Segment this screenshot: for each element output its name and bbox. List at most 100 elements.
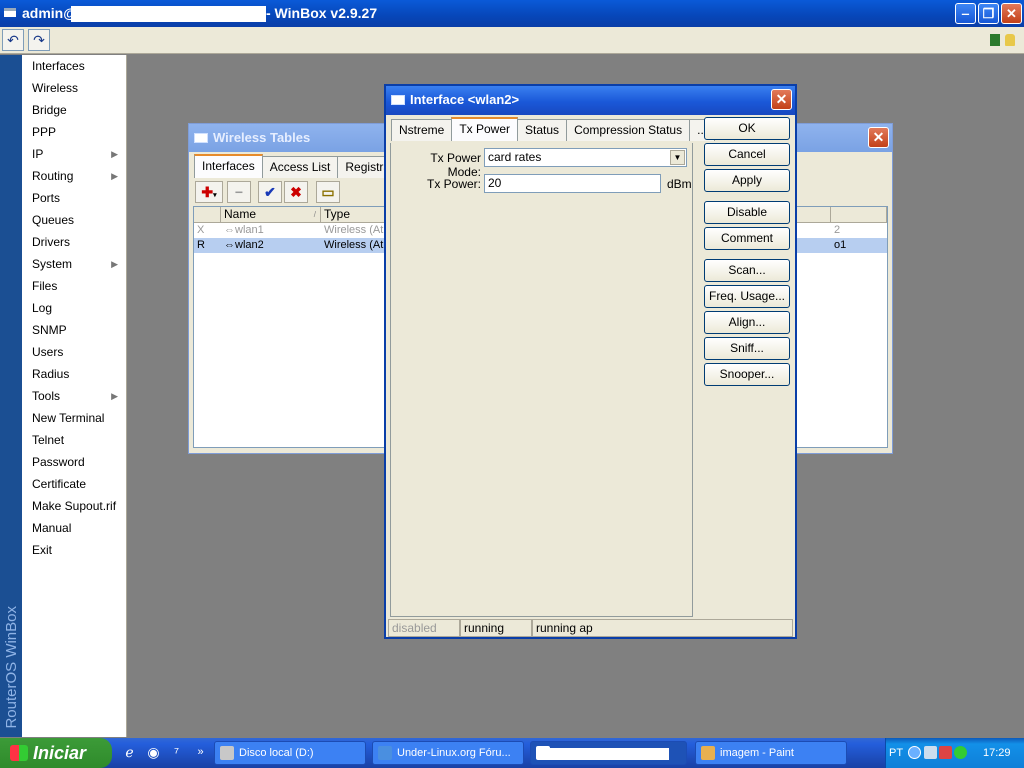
menu-item-telnet[interactable]: Telnet xyxy=(22,429,126,451)
menu-item-queues[interactable]: Queues xyxy=(22,209,126,231)
enable-icon[interactable]: ✔ xyxy=(258,181,282,203)
taskbar-item[interactable]: Disco local (D:) xyxy=(214,741,366,765)
tab-access-list[interactable]: Access List xyxy=(261,156,339,178)
cell-name: ⇔wlan1 xyxy=(224,224,264,236)
tab-nstreme[interactable]: Nstreme xyxy=(391,119,453,141)
menu-item-files[interactable]: Files xyxy=(22,275,126,297)
menu-item-password[interactable]: Password xyxy=(22,451,126,473)
menu-item-drivers[interactable]: Drivers xyxy=(22,231,126,253)
menu-item-ppp[interactable]: PPP xyxy=(22,121,126,143)
sniff-button[interactable]: Sniff... xyxy=(704,337,790,360)
menu-item-label: PPP xyxy=(32,125,57,139)
menu-item-label: Routing xyxy=(32,169,74,183)
menu-item-snmp[interactable]: SNMP xyxy=(22,319,126,341)
chevron-down-icon[interactable]: ▼ xyxy=(670,150,685,165)
menu-item-manual[interactable]: Manual xyxy=(22,517,126,539)
tray-arrow-icon[interactable] xyxy=(908,746,921,759)
tab-compression-status[interactable]: Compression Status xyxy=(566,119,691,141)
menu-item-certificate[interactable]: Certificate xyxy=(22,473,126,495)
title-suffix: - WinBox v2.9.27 xyxy=(266,5,378,21)
cancel-button[interactable]: Cancel xyxy=(704,143,790,166)
taskbar-item[interactable] xyxy=(530,741,687,765)
taskbar-item-label: imagem - Paint xyxy=(720,747,794,759)
disable-button[interactable]: Disable xyxy=(704,201,790,224)
status-disabled: disabled xyxy=(388,619,460,637)
col-name-header[interactable]: Name / xyxy=(221,207,321,223)
brand-label: RouterOS WinBox xyxy=(3,606,20,729)
menu-item-log[interactable]: Log xyxy=(22,297,126,319)
menu-item-ports[interactable]: Ports xyxy=(22,187,126,209)
close-dialog-button[interactable]: ✕ xyxy=(771,89,792,110)
comment-button[interactable]: Comment xyxy=(704,227,790,250)
taskbar-item[interactable]: Under-Linux.org Fóru... xyxy=(372,741,524,765)
restore-button[interactable]: ❐ xyxy=(978,3,999,24)
col-flag-header xyxy=(194,207,221,223)
tab-status[interactable]: Status xyxy=(517,119,568,141)
window-title: Wireless Tables xyxy=(213,130,311,145)
language-indicator[interactable]: PT xyxy=(889,747,903,759)
apply-button[interactable]: Apply xyxy=(704,169,790,192)
menu-item-radius[interactable]: Radius xyxy=(22,363,126,385)
remove-icon[interactable]: − xyxy=(227,181,251,203)
media-icon[interactable]: ◉ xyxy=(145,744,162,761)
menu-item-label: Make Supout.rif xyxy=(32,499,117,513)
tab-interfaces[interactable]: Interfaces xyxy=(194,154,263,178)
disable-icon[interactable]: ✖ xyxy=(284,181,308,203)
menu-item-label: System xyxy=(32,257,73,271)
comment-icon[interactable]: ▭ xyxy=(316,181,340,203)
menu-item-bridge[interactable]: Bridge xyxy=(22,99,126,121)
menu-item-exit[interactable]: Exit xyxy=(22,539,126,561)
tx-power-input[interactable]: 20 xyxy=(484,174,661,193)
status-icon[interactable] xyxy=(954,746,967,759)
quicklaunch-more-icon[interactable]: » xyxy=(192,744,209,761)
redacted-host xyxy=(71,6,266,22)
tx-power-mode-value: card rates xyxy=(488,150,542,164)
taskbar-item[interactable]: imagem - Paint xyxy=(695,741,847,765)
start-button[interactable]: Iniciar xyxy=(0,738,112,768)
network-icon[interactable] xyxy=(924,746,937,759)
main-menu: Interfaces Wireless Bridge PPP IP ▶ Routing ▶ Po… xyxy=(22,55,127,737)
minimize-button[interactable]: ‒ xyxy=(955,3,976,24)
interface-dialog: Interface <wlan2> ✕ Nstreme Tx Power Sta… xyxy=(384,84,797,639)
scan-button[interactable]: Scan... xyxy=(704,259,790,282)
tx-power-label: Tx Power: xyxy=(426,177,481,191)
close-button[interactable]: ✕ xyxy=(1001,3,1022,24)
menu-item-users[interactable]: Users xyxy=(22,341,126,363)
dialog-titlebar[interactable]: Interface <wlan2> ✕ xyxy=(386,86,795,115)
7zip-icon[interactable]: ⁷ xyxy=(168,744,185,761)
align-button[interactable]: Align... xyxy=(704,311,790,334)
menu-item-routing[interactable]: Routing ▶ xyxy=(22,165,126,187)
redo-icon[interactable]: ↷ xyxy=(28,29,50,51)
menu-item-label: Queues xyxy=(32,213,75,227)
app-titlebar[interactable]: admin@ - WinBox v2.9.27 ‒ ❐ ✕ xyxy=(0,0,1024,27)
close-window-button[interactable]: ✕ xyxy=(868,127,889,148)
ie-icon[interactable]: ℯ xyxy=(121,744,138,761)
col-extra-header[interactable] xyxy=(831,207,887,223)
menu-item-label: Interfaces xyxy=(32,59,85,73)
menu-item-tools[interactable]: Tools ▶ xyxy=(22,385,126,407)
menu-item-new-terminal[interactable]: New Terminal xyxy=(22,407,126,429)
menu-item-label: New Terminal xyxy=(32,411,105,425)
lock-icon xyxy=(1005,34,1015,46)
taskbar-item-label: Under-Linux.org Fóru... xyxy=(397,747,511,759)
dialog-tabs: Nstreme Tx Power Status Compression Stat… xyxy=(391,117,716,141)
menu-item-interfaces[interactable]: Interfaces xyxy=(22,55,126,77)
freq-usage-button[interactable]: Freq. Usage... xyxy=(704,285,790,308)
col-name-label: Name xyxy=(224,207,257,221)
menu-item-make-supout-rif[interactable]: Make Supout.rif xyxy=(22,495,126,517)
menu-item-label: Radius xyxy=(32,367,70,381)
menu-item-label: Files xyxy=(32,279,58,293)
taskbar-item-label: Disco local (D:) xyxy=(239,747,314,759)
tx-power-mode-select[interactable]: card rates ▼ xyxy=(484,148,687,167)
menu-item-wireless[interactable]: Wireless xyxy=(22,77,126,99)
menu-item-label: Certificate xyxy=(32,477,87,491)
menu-item-ip[interactable]: IP ▶ xyxy=(22,143,126,165)
security-icon[interactable] xyxy=(939,746,952,759)
ok-button[interactable]: OK xyxy=(704,117,790,140)
add-icon[interactable]: ✚▾ xyxy=(195,181,223,203)
snooper-button[interactable]: Snooper... xyxy=(704,363,790,386)
submenu-arrow-icon: ▶ xyxy=(111,171,118,181)
undo-icon[interactable]: ↶ xyxy=(2,29,24,51)
tab-tx-power[interactable]: Tx Power xyxy=(451,117,519,141)
menu-item-system[interactable]: System ▶ xyxy=(22,253,126,275)
